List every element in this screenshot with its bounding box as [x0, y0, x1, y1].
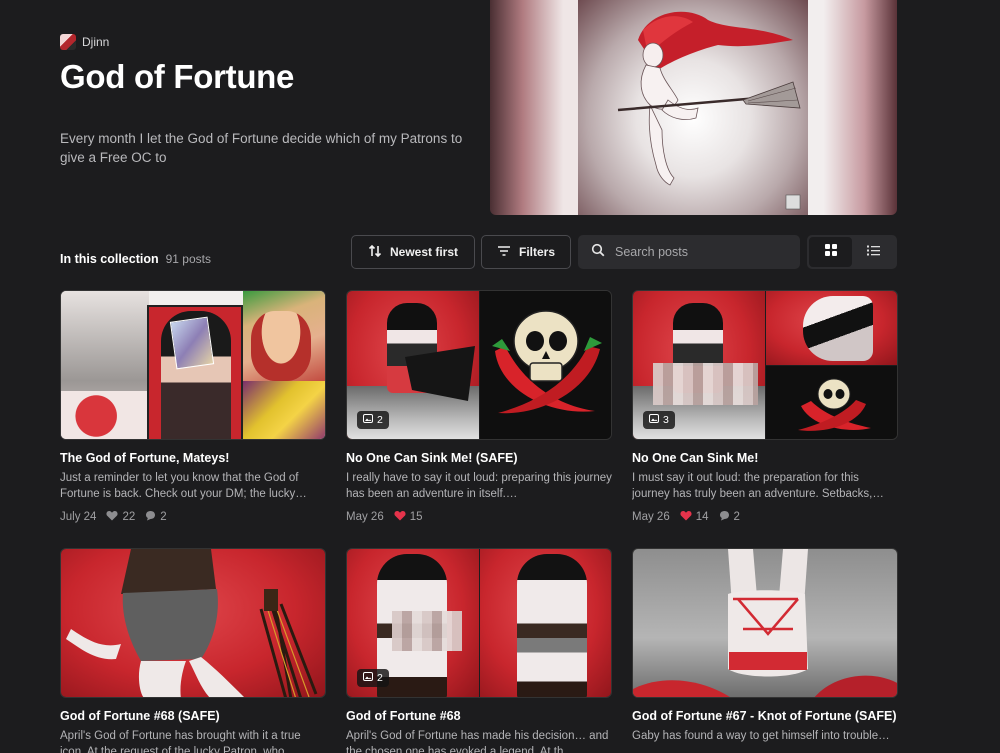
image-icon	[363, 414, 373, 426]
collection-cover-image	[490, 0, 897, 215]
sort-label: Newest first	[389, 245, 459, 259]
post-date: July 24	[60, 511, 97, 523]
sort-button[interactable]: Newest first	[351, 235, 475, 269]
grid-view-button[interactable]	[809, 237, 852, 267]
post-excerpt: I really have to say it out loud: prepar…	[346, 472, 612, 500]
post-card[interactable]: God of Fortune #68 (SAFE) April's God of…	[60, 548, 326, 753]
post-card[interactable]: 2 No One Can Sink Me! (SAFE) I really ha…	[346, 290, 612, 524]
post-title[interactable]: No One Can Sink Me!	[632, 450, 898, 467]
post-excerpt: April's God of Fortune has brought with …	[60, 730, 301, 753]
post-title[interactable]: The God of Fortune, Mateys!	[60, 450, 326, 467]
post-excerpt: April's God of Fortune has made his deci…	[346, 730, 609, 753]
post-card[interactable]: God of Fortune #67 - Knot of Fortune (SA…	[632, 548, 898, 753]
comment-count[interactable]: 2	[145, 510, 167, 524]
view-toggle[interactable]	[807, 235, 897, 269]
post-title[interactable]: God of Fortune #68 (SAFE)	[60, 708, 326, 725]
post-meta: May 26 14 2	[632, 510, 898, 524]
image-count-badge: 2	[357, 411, 389, 429]
filter-icon	[497, 245, 511, 260]
list-icon	[867, 243, 880, 261]
post-thumbnail[interactable]: 2	[346, 290, 612, 440]
post-date: May 26	[632, 511, 670, 523]
comment-count[interactable]: 2	[719, 510, 740, 524]
post-thumbnail[interactable]: 2	[346, 548, 612, 698]
list-view-button[interactable]	[852, 237, 895, 267]
search-box[interactable]	[578, 235, 800, 269]
heart-outline-icon	[106, 510, 118, 524]
post-thumbnail[interactable]	[60, 290, 326, 440]
filters-label: Filters	[518, 245, 555, 259]
like-count[interactable]: 14	[680, 510, 709, 524]
post-excerpt: I must say it out loud: the preparation …	[632, 472, 884, 500]
post-card[interactable]: 3 No One Can Sink Me! I must say it out …	[632, 290, 898, 524]
comment-icon	[719, 510, 730, 524]
post-meta: July 24 22 2	[60, 510, 326, 524]
post-date: May 26	[346, 511, 384, 523]
like-count[interactable]: 22	[106, 510, 135, 524]
image-icon	[363, 672, 373, 684]
heart-filled-icon	[680, 510, 692, 524]
heart-filled-icon	[394, 510, 406, 524]
filters-button[interactable]: Filters	[481, 235, 571, 269]
like-count[interactable]: 15	[394, 510, 423, 524]
collection-description: Every month I let the God of Fortune dec…	[60, 131, 463, 165]
search-input[interactable]	[615, 245, 785, 259]
post-thumbnail[interactable]: 3	[632, 290, 898, 440]
post-title[interactable]: No One Can Sink Me! (SAFE)	[346, 450, 612, 467]
image-count-badge: 3	[643, 411, 675, 429]
collection-post-count: In this collection 91 posts	[60, 252, 211, 266]
post-card[interactable]: The God of Fortune, Mateys! Just a remin…	[60, 290, 326, 524]
post-count: 91 posts	[165, 252, 211, 266]
post-card[interactable]: 2 God of Fortune #68 April's God of Fort…	[346, 548, 612, 753]
post-excerpt: Gaby has found a way to get himself into…	[632, 730, 890, 742]
image-icon	[649, 414, 659, 426]
post-title[interactable]: God of Fortune #67 - Knot of Fortune (SA…	[632, 708, 898, 725]
post-meta: May 26 15	[346, 510, 612, 524]
post-excerpt: Just a reminder to let you know that the…	[60, 472, 307, 500]
search-icon	[591, 243, 605, 262]
sort-arrows-icon	[368, 244, 382, 261]
creator-avatar	[60, 34, 76, 50]
grid-icon	[824, 243, 837, 261]
comment-icon	[145, 510, 156, 524]
creator-name: Djinn	[82, 35, 110, 49]
post-thumbnail[interactable]	[60, 548, 326, 698]
creator-link[interactable]: Djinn	[60, 34, 109, 50]
post-title[interactable]: God of Fortune #68	[346, 708, 612, 725]
post-thumbnail[interactable]	[632, 548, 898, 698]
collection-title: God of Fortune	[60, 58, 295, 95]
collection-label: In this collection	[60, 252, 159, 266]
image-count-badge: 2	[357, 669, 389, 687]
